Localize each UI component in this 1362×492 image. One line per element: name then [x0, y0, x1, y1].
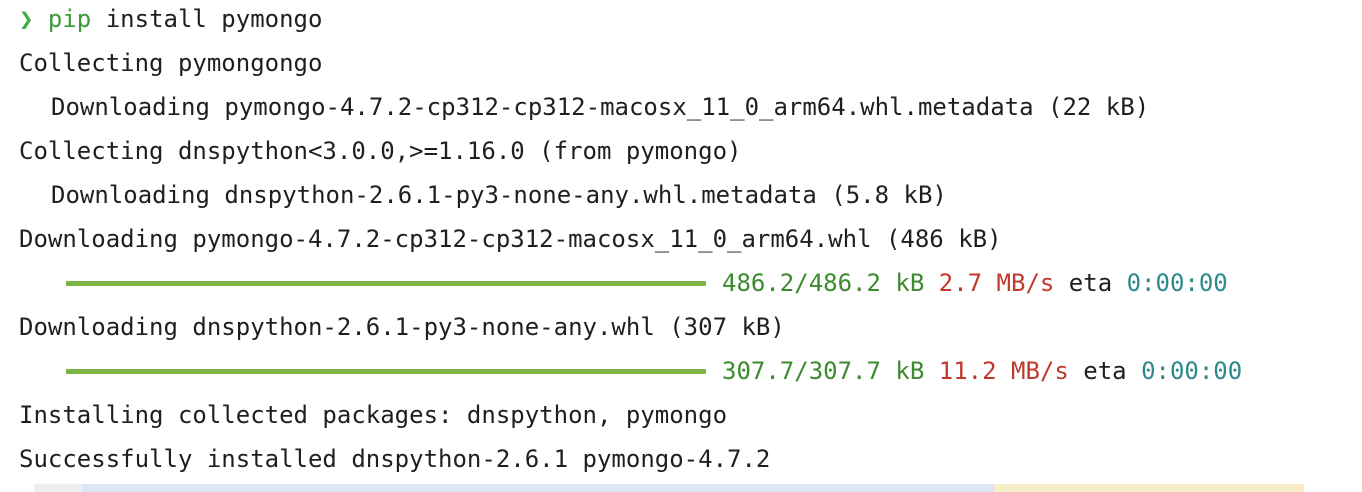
command-args: install pymongo	[91, 5, 323, 33]
output-line-collecting-pymongo: Collecting pymongongo	[19, 49, 323, 77]
progress-bar	[66, 280, 706, 286]
command-name: pip	[47, 5, 92, 33]
progress-speed: 11.2 MB/s	[938, 357, 1069, 385]
progress-bar	[66, 368, 706, 374]
progress-eta-time: 0:00:00	[1126, 269, 1228, 297]
output-line-installing: Installing collected packages: dnspython…	[19, 401, 728, 429]
progress-eta-label: eta	[1083, 357, 1127, 385]
scrollbar-right-region	[994, 484, 1304, 492]
horizontal-scrollbar[interactable]	[34, 484, 1304, 492]
output-line-downloading-dnspython-wheel: Downloading dnspython-2.6.1-py3-none-any…	[19, 313, 785, 341]
scrollbar-left-cap	[34, 484, 82, 492]
progress-eta-label: eta	[1068, 269, 1113, 297]
progress-row-pymongo: 486.2/486.2 kB 2.7 MB/s eta 0:00:00	[66, 268, 1228, 298]
output-line-success: Successfully installed dnspython-2.6.1 p…	[19, 445, 771, 473]
progress-speed: 2.7 MB/s	[938, 269, 1055, 297]
progress-eta-time: 0:00:00	[1141, 357, 1243, 385]
output-line-downloading-pymongo-metadata: Downloading pymongo-4.7.2-cp312-cp312-ma…	[51, 93, 1150, 121]
output-line-downloading-dnspython-metadata: Downloading dnspython-2.6.1-py3-none-any…	[51, 181, 947, 209]
progress-amount: 486.2/486.2 kB	[722, 269, 925, 297]
command-prompt-line: ❯ pip install pymongo	[19, 4, 322, 34]
output-line-collecting-dnspython: Collecting dnspython<3.0.0,>=1.16.0 (fro…	[19, 137, 742, 165]
output-line-downloading-pymongo-wheel: Downloading pymongo-4.7.2-cp312-cp312-ma…	[19, 225, 1002, 253]
progress-row-dnspython: 307.7/307.7 kB 11.2 MB/s eta 0:00:00	[66, 356, 1242, 386]
prompt-chevron-icon: ❯	[19, 5, 34, 33]
progress-amount: 307.7/307.7 kB	[722, 357, 925, 385]
terminal-output: ❯ pip install pymongo Collecting pymongo…	[0, 0, 1362, 492]
